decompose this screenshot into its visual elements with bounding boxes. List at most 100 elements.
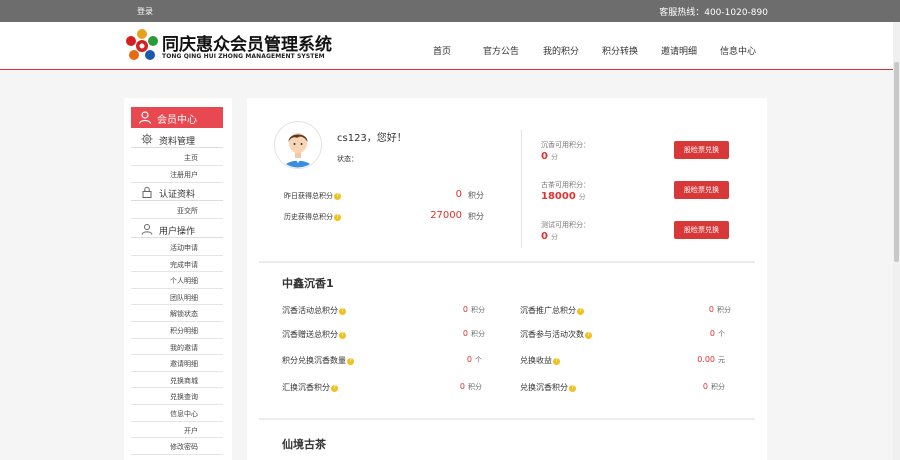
sidebar-item-exchange-mall[interactable]: 兑换商城 <box>131 372 223 389</box>
sidebar-item-label: 会员中心 <box>157 115 197 126</box>
balance-label: 古茶可用积分： <box>541 181 590 189</box>
yesterday-points-row: 昨日获得总积分? 0 积分 <box>284 189 484 203</box>
stat-cell: 兑换收益? 0.00 元 <box>520 354 725 368</box>
nav-my-points[interactable]: 我的积分 <box>543 44 579 57</box>
sidebar-item-invite-detail[interactable]: 邀请明细 <box>131 355 223 372</box>
help-icon[interactable]: ? <box>347 358 354 365</box>
logo[interactable]: 同庆惠众会员管理系统 TONG QING HUI ZHONG MANAGEMEN… <box>124 28 332 64</box>
greeting-text: cs123，您好！ <box>337 133 407 144</box>
stat-value: 0 <box>702 382 708 391</box>
sidebar-item-label: 注册用户 <box>170 171 198 179</box>
nav-invite-details[interactable]: 邀请明细 <box>661 44 697 57</box>
balance-unit: 分 <box>550 233 558 241</box>
status-label: 状态： <box>337 155 358 163</box>
stat-unit: 积分 <box>468 383 482 391</box>
sidebar-item-unlock-status[interactable]: 解锁状态 <box>131 305 223 322</box>
sidebar-group-label: 认证资料 <box>159 190 196 200</box>
sidebar-group-profile[interactable]: 资料管理 <box>131 130 223 148</box>
yesterday-points-value: 0 <box>455 189 462 200</box>
login-link[interactable]: 登录 <box>137 6 153 17</box>
sidebar-item-exchange[interactable]: 亚交所 <box>131 202 223 219</box>
stat-value: 0 <box>462 305 468 314</box>
nav-home[interactable]: 首页 <box>433 44 451 57</box>
balance-unit: 分 <box>550 153 558 161</box>
hotline-text: 客服热线：400-1020-890 <box>659 8 768 18</box>
sidebar-group-verification[interactable]: 认证资料 <box>131 183 223 201</box>
sidebar-item-label: 开户 <box>184 426 198 435</box>
sidebar-item-change-password[interactable]: 修改密码 <box>131 438 223 455</box>
help-icon[interactable]: ? <box>334 193 341 200</box>
sidebar-item-label: 信息中心 <box>170 410 198 418</box>
sidebar-item-points-detail[interactable]: 积分明细 <box>131 322 223 339</box>
avatar <box>274 121 322 169</box>
divider <box>521 130 522 248</box>
nav-points-convert[interactable]: 积分转换 <box>602 44 638 57</box>
divider <box>259 418 755 420</box>
sidebar-item-exchange-query[interactable]: 兑换查询 <box>131 388 223 405</box>
sidebar-item-register-user[interactable]: 注册用户 <box>131 166 223 183</box>
user-icon <box>138 111 152 124</box>
help-icon[interactable]: ? <box>553 358 560 365</box>
stat-cell: 沉香赠送总积分? 0 积分 <box>282 328 485 342</box>
help-icon[interactable]: ? <box>569 385 576 392</box>
stat-unit: 个 <box>475 356 482 364</box>
help-icon[interactable]: ? <box>585 332 592 339</box>
sidebar-item-open-account[interactable]: 开户 <box>131 422 223 439</box>
balance-label: 沉香可用积分： <box>541 141 590 149</box>
sidebar-item-complete-apply[interactable]: 完成申请 <box>131 256 223 273</box>
sidebar-item-personal-detail[interactable]: 个人明细 <box>131 272 223 289</box>
stat-value: 0 <box>709 329 715 338</box>
top-bar: 登录 客服热线：400-1020-890 <box>0 0 900 22</box>
history-points-label: 历史获得总积分 <box>284 213 333 221</box>
sidebar-item-activity-apply[interactable]: 活动申请 <box>131 239 223 256</box>
balance-value: 0 <box>541 151 548 162</box>
section-title-agarwood: 中鑫沉香1 <box>282 277 334 290</box>
sidebar-item-member-center[interactable]: 会员中心 <box>131 107 223 128</box>
sidebar-item-label: 主页 <box>184 154 198 162</box>
balance-agarwood: 沉香可用积分： 0分 股睑票兑换 <box>541 140 741 168</box>
sidebar-item-team-detail[interactable]: 团队明细 <box>131 289 223 306</box>
sidebar-item-my-invite[interactable]: 我的邀请 <box>131 339 223 356</box>
stat-label: 兑换收益 <box>520 356 552 365</box>
yesterday-points-label: 昨日获得总积分 <box>284 192 333 200</box>
stat-value: 0 <box>466 355 472 364</box>
balance-value: 0 <box>541 231 548 242</box>
scrollbar-thumb[interactable] <box>894 62 899 262</box>
stat-label: 沉香推广总积分 <box>520 306 576 315</box>
sidebar-item-label: 修改密码 <box>170 443 198 452</box>
stat-unit: 元 <box>718 356 725 364</box>
page-scrollbar[interactable] <box>893 22 900 460</box>
help-icon[interactable]: ? <box>339 308 346 315</box>
stat-value: 0.00 <box>697 355 715 364</box>
sidebar-item-label: 积分明细 <box>170 327 198 335</box>
sidebar-group-label: 资料管理 <box>159 137 196 147</box>
stat-cell: 沉香活动总积分? 0 积分 <box>282 304 485 318</box>
sidebar-item-label: 邀请明细 <box>170 360 198 369</box>
nav-announcements[interactable]: 官方公告 <box>483 44 519 57</box>
points-unit: 积分 <box>468 212 484 221</box>
sidebar-item-label: 我的邀请 <box>170 343 198 352</box>
stat-unit: 个 <box>718 330 725 338</box>
help-icon[interactable]: ? <box>331 385 338 392</box>
balance-test: 测试可用积分： 0分 股睑票兑换 <box>541 220 741 248</box>
help-icon[interactable]: ? <box>339 332 346 339</box>
gear-icon <box>141 133 153 145</box>
exchange-button[interactable]: 股睑票兑换 <box>674 221 729 239</box>
stat-value: 0 <box>459 382 465 391</box>
stat-unit: 积分 <box>717 306 731 314</box>
sidebar-group-label: 用户操作 <box>159 227 196 237</box>
exchange-button[interactable]: 股睑票兑换 <box>674 141 729 159</box>
brand-name-en: TONG QING HUI ZHONG MANAGEMENT SYSTEM <box>162 53 325 60</box>
help-icon[interactable]: ? <box>334 214 341 221</box>
sidebar-item-label: 活动申请 <box>170 244 198 252</box>
sidebar-item-label: 兑换查询 <box>170 393 198 402</box>
stat-value: 0 <box>708 305 714 314</box>
section-title-tea: 仙境古茶 <box>282 438 326 451</box>
help-icon[interactable]: ? <box>577 308 584 315</box>
nav-info-center[interactable]: 信息中心 <box>720 44 756 57</box>
exchange-button[interactable]: 股睑票兑换 <box>674 181 729 199</box>
divider <box>259 261 755 263</box>
sidebar-item-info-center[interactable]: 信息中心 <box>131 405 223 422</box>
sidebar-group-user-ops[interactable]: 用户操作 <box>131 220 223 238</box>
sidebar-item-home[interactable]: 主页 <box>131 149 223 166</box>
